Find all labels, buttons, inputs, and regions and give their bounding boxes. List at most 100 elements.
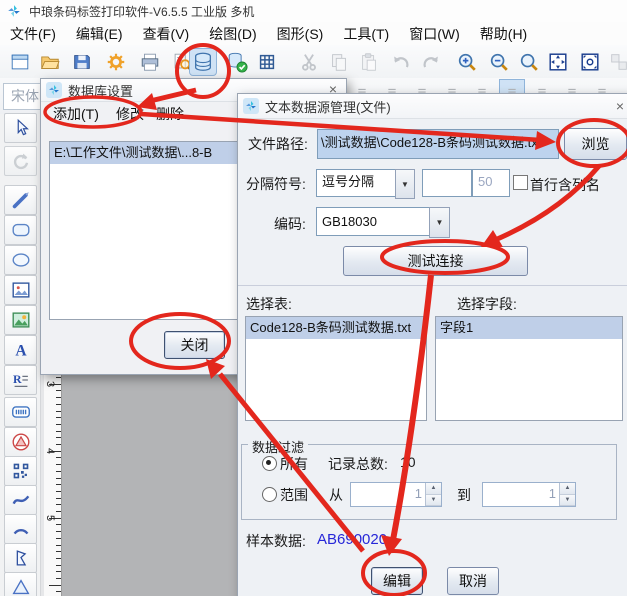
ruler-tick	[56, 578, 61, 579]
database-icon[interactable]	[190, 49, 216, 75]
stepper-arrows-icon[interactable]: ▲▼	[425, 483, 441, 506]
title-bar: 中琅条码标签打印软件-V6.5.5 工业版 多机	[0, 0, 627, 23]
menu-item-4[interactable]: 图形(S)	[267, 24, 334, 44]
zoom-icon[interactable]	[516, 49, 542, 75]
record-total-value: 10	[400, 454, 416, 470]
table-list[interactable]: Code128-B条码测试数据.txt	[245, 316, 427, 421]
menu-item-0[interactable]: 文件(F)	[0, 24, 66, 44]
separator-label: 分隔符号:	[246, 174, 306, 194]
separator-limit-input[interactable]: 50	[472, 169, 510, 197]
ruler-number: 4	[44, 445, 56, 457]
list-item[interactable]: Code128-B条码测试数据.txt	[246, 317, 426, 339]
dialog-title: 数据库设置	[68, 81, 133, 100]
browse-button[interactable]: 浏览	[564, 128, 627, 160]
header-row-checkbox[interactable]	[513, 175, 528, 190]
menu-item-add[interactable]: 添加(T)	[53, 104, 99, 124]
new-document-icon[interactable]	[7, 49, 33, 75]
range-from-value: 1	[351, 483, 424, 506]
ruler-tick	[56, 504, 61, 505]
header-row-label: 首行含列名	[530, 175, 600, 195]
open-icon[interactable]	[37, 49, 63, 75]
settings-gear-icon[interactable]	[103, 49, 129, 75]
ruler-tick	[56, 437, 61, 438]
group-icon	[606, 49, 627, 75]
separator-custom-input[interactable]	[422, 169, 472, 197]
range-from-stepper[interactable]: 1 ▲▼	[350, 482, 442, 507]
filter-range-radio[interactable]	[262, 487, 277, 502]
rotate-tool-icon[interactable]	[4, 146, 37, 176]
menu-item-3[interactable]: 绘图(D)	[199, 24, 266, 44]
print-icon	[139, 51, 161, 73]
encoding-label: 编码:	[274, 214, 306, 234]
curve-tool-icon[interactable]	[4, 485, 37, 515]
database-add-icon[interactable]	[224, 49, 250, 75]
ruler-tick	[56, 377, 61, 378]
zoom-out-icon	[488, 51, 510, 73]
logo-tool-icon	[10, 431, 32, 453]
richtext-tool-icon[interactable]: R	[4, 365, 37, 395]
database-add-icon	[226, 51, 248, 73]
list-item[interactable]: 字段1	[436, 317, 622, 339]
barcode-tool-icon[interactable]	[4, 397, 37, 427]
chevron-down-icon[interactable]: ▼	[429, 207, 450, 238]
copy-icon	[326, 49, 352, 75]
ruler-tick	[56, 545, 61, 546]
rotate-tool-icon	[10, 150, 32, 172]
close-icon[interactable]: ×	[612, 98, 627, 114]
roundrect-tool-icon[interactable]	[4, 215, 37, 245]
zoom-in-icon[interactable]	[454, 49, 480, 75]
zoom-out-icon[interactable]	[486, 49, 512, 75]
ruler-tick	[56, 491, 61, 492]
test-connection-button[interactable]: 测试连接	[343, 246, 528, 276]
logo-tool-icon[interactable]	[4, 427, 37, 457]
file-path-value: \测试数据\Code128-B条码测试数据.txt	[318, 130, 558, 158]
cancel-button[interactable]: 取消	[447, 567, 499, 595]
menu-item-2[interactable]: 查看(V)	[133, 24, 200, 44]
menu-item-5[interactable]: 工具(T)	[333, 24, 399, 44]
ellipse-tool-icon[interactable]	[4, 245, 37, 275]
menu-item-modify[interactable]: 修改	[116, 104, 144, 124]
image-tool-icon	[10, 279, 32, 301]
filter-all-radio[interactable]	[262, 456, 277, 471]
svg-text:R: R	[13, 372, 22, 386]
menu-item-1[interactable]: 编辑(E)	[66, 24, 133, 44]
range-to-stepper[interactable]: 1 ▲▼	[482, 482, 576, 507]
field-list[interactable]: 字段1	[435, 316, 623, 421]
save-icon[interactable]	[69, 49, 95, 75]
select-tool-icon[interactable]	[4, 113, 37, 143]
fit-selection-icon[interactable]	[577, 49, 603, 75]
triangle-tool-icon[interactable]	[4, 572, 37, 596]
arc-tool-icon[interactable]	[4, 514, 37, 544]
fit-window-icon[interactable]	[545, 49, 571, 75]
qrcode-tool-icon	[10, 460, 32, 482]
ruler-tick	[56, 464, 61, 465]
database-icon	[192, 51, 214, 73]
text-tool-icon[interactable]: A	[4, 335, 37, 365]
file-path-input[interactable]: \测试数据\Code128-B条码测试数据.txt	[317, 129, 559, 159]
undo-icon	[390, 51, 412, 73]
encoding-select[interactable]: GB18030	[316, 207, 435, 236]
edit-button[interactable]: 编辑	[371, 567, 423, 595]
close-button[interactable]: 关闭	[164, 331, 225, 359]
select-field-label: 选择字段:	[457, 294, 517, 314]
grid-icon[interactable]	[254, 49, 280, 75]
ruler-tick	[56, 591, 61, 592]
cut-icon	[296, 49, 322, 75]
divider	[238, 285, 627, 286]
ruler-tick	[56, 531, 61, 532]
ruler-tick	[56, 571, 61, 572]
stepper-arrows-icon[interactable]: ▲▼	[559, 483, 575, 506]
separator-select[interactable]: 逗号分隔	[316, 169, 402, 197]
menu-item-7[interactable]: 帮助(H)	[470, 24, 537, 44]
qrcode-tool-icon[interactable]	[4, 456, 37, 486]
sample-data-value: AB690020	[317, 531, 387, 548]
menu-item-6[interactable]: 窗口(W)	[399, 24, 470, 44]
print-icon[interactable]	[137, 49, 163, 75]
image-tool-icon[interactable]	[4, 275, 37, 305]
polygon-tool-icon[interactable]	[4, 543, 37, 573]
menu-item-delete[interactable]: 删除	[156, 104, 184, 124]
line-tool-icon[interactable]	[4, 185, 37, 215]
fit-selection-icon	[579, 51, 601, 73]
picture-tool-icon[interactable]	[4, 305, 37, 335]
chevron-down-icon[interactable]: ▼	[395, 169, 415, 199]
